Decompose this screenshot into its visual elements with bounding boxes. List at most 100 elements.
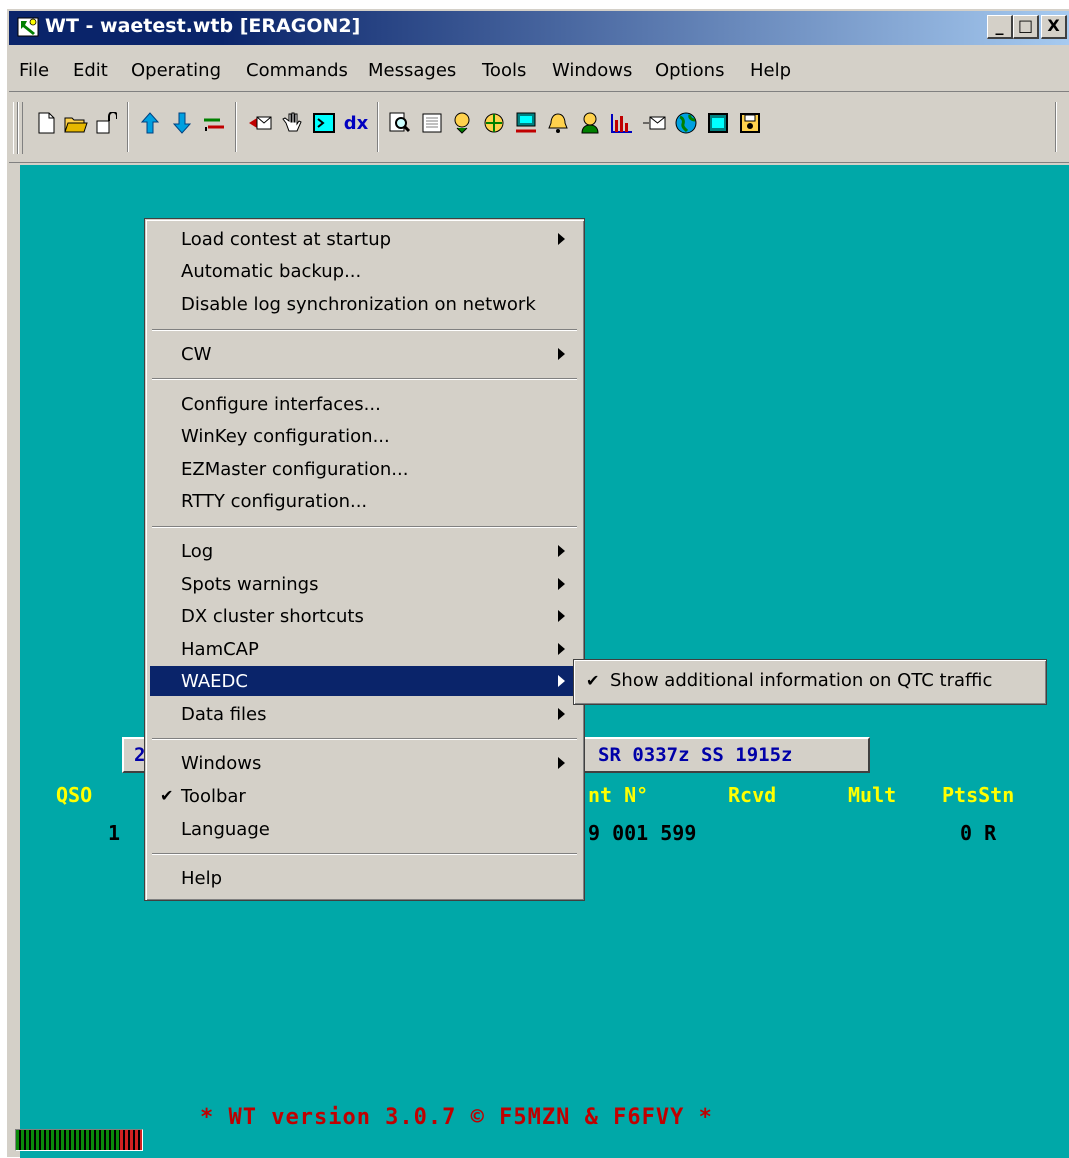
log-row-pts: 0 R [960, 821, 997, 845]
menu-separator [152, 853, 577, 855]
menu-item-label: Toolbar [181, 786, 246, 807]
menu-item-winkey-config[interactable]: WinKey configuration... [150, 421, 579, 451]
menu-separator [152, 738, 577, 740]
menu-item-label: RTTY configuration... [181, 491, 368, 512]
submenu-arrow-icon [558, 348, 565, 360]
app-icon [17, 17, 39, 37]
menu-item-help[interactable]: Help [150, 863, 579, 893]
toolbar-separator [377, 102, 379, 152]
menu-item-label: Configure interfaces... [181, 394, 381, 415]
menu-item-label: WinKey configuration... [181, 426, 390, 447]
toolbar-grip-2[interactable] [18, 102, 23, 154]
menu-item-disable-log-sync[interactable]: Disable log synchronization on network [150, 289, 579, 319]
new-file-icon[interactable] [33, 110, 59, 136]
log-row-qso: 1 [108, 821, 121, 845]
menu-item-log[interactable]: Log [150, 536, 579, 566]
menu-item-automatic-backup[interactable]: Automatic backup... [150, 256, 579, 286]
minimize-button[interactable]: _ [987, 15, 1013, 39]
toolbar-separator [127, 102, 129, 152]
list-icon[interactable] [419, 110, 445, 136]
menu-item-hamcap[interactable]: HamCAP [150, 634, 579, 664]
window-icon[interactable] [705, 110, 731, 136]
menu-operating[interactable]: Operating [131, 60, 221, 81]
submenu-arrow-icon [558, 233, 565, 245]
title-bar[interactable]: WT - waetest.wtb [ERAGON2] _ □ X [9, 11, 1069, 45]
toolbar-separator [1055, 102, 1057, 152]
menu-item-label: CW [181, 344, 212, 365]
column-header-sent: nt N° [588, 783, 649, 807]
menu-item-cw[interactable]: CW [150, 339, 579, 369]
column-header-qso: QSO [56, 783, 93, 807]
menu-bar: File Edit Operating Commands Messages To… [9, 57, 1069, 87]
checkmark-icon: ✔ [586, 671, 600, 690]
menu-item-windows[interactable]: Windows [150, 748, 579, 778]
menu-commands[interactable]: Commands [246, 60, 348, 81]
sunrise-sunset-text: SR 0337z SS 1915z [598, 744, 793, 766]
submenu-arrow-icon [558, 757, 565, 769]
menu-item-label: Automatic backup... [181, 261, 362, 282]
menu-help[interactable]: Help [750, 60, 791, 81]
menu-item-label: Language [181, 819, 270, 840]
globe-icon[interactable] [673, 110, 699, 136]
level-meter-peak [120, 1130, 142, 1150]
menu-item-data-files[interactable]: Data files [150, 699, 579, 729]
menu-windows[interactable]: Windows [552, 60, 632, 81]
version-text: * WT version 3.0.7 © F5MZN & F6FVY * [200, 1105, 713, 1130]
column-header-mult: Mult [848, 783, 897, 807]
down-arrow-icon[interactable] [169, 110, 195, 136]
menu-separator [152, 526, 577, 528]
menu-item-label: Data files [181, 704, 267, 725]
save-icon[interactable] [737, 110, 763, 136]
menu-messages[interactable]: Messages [368, 60, 456, 81]
menu-tools[interactable]: Tools [482, 60, 526, 81]
computer-icon[interactable] [513, 110, 539, 136]
menu-separator [152, 378, 577, 380]
window-title: WT - waetest.wtb [ERAGON2] [45, 15, 361, 37]
open-folder-icon[interactable] [63, 110, 89, 136]
menu-file[interactable]: File [19, 60, 49, 81]
waedc-submenu: ✔ Show additional information on QTC tra… [573, 659, 1047, 705]
checkmark-icon: ✔ [160, 786, 174, 805]
menu-item-dx-cluster-shortcuts[interactable]: DX cluster shortcuts [150, 601, 579, 631]
menu-item-label: Windows [181, 753, 262, 774]
submenu-item-show-qtc-info[interactable]: Show additional information on QTC traff… [610, 670, 992, 691]
log-row-sent: 9 001 599 [588, 821, 697, 845]
menu-item-spots-warnings[interactable]: Spots warnings [150, 569, 579, 599]
transfer-icon[interactable] [201, 110, 227, 136]
menu-item-toolbar[interactable]: ✔ Toolbar [150, 781, 579, 811]
search-icon[interactable] [387, 110, 413, 136]
column-header-rcvd: Rcvd [728, 783, 777, 807]
column-header-pts: PtsStn [942, 783, 1015, 807]
person-icon[interactable] [577, 110, 603, 136]
hand-icon[interactable] [279, 110, 305, 136]
close-button[interactable]: X [1041, 15, 1067, 39]
submenu-arrow-icon [558, 578, 565, 590]
menu-item-label: EZMaster configuration... [181, 459, 409, 480]
menu-item-label: Disable log synchronization on network [181, 294, 536, 315]
dx-icon[interactable]: dx [343, 110, 369, 136]
bar-chart-icon[interactable] [609, 110, 635, 136]
submenu-arrow-icon [558, 545, 565, 557]
menu-edit[interactable]: Edit [73, 60, 108, 81]
submenu-arrow-icon [558, 675, 565, 687]
network-icon[interactable] [481, 110, 507, 136]
up-arrow-icon[interactable] [137, 110, 163, 136]
terminal-icon[interactable] [311, 110, 337, 136]
menu-options[interactable]: Options [655, 60, 724, 81]
menu-item-waedc[interactable]: WAEDC [150, 666, 579, 696]
spot-icon[interactable] [449, 110, 475, 136]
toolbar-separator [235, 102, 237, 152]
send-message-icon[interactable] [247, 110, 273, 136]
menu-item-rtty-config[interactable]: RTTY configuration... [150, 486, 579, 516]
open-icon[interactable] [93, 110, 119, 136]
menu-item-language[interactable]: Language [150, 814, 579, 844]
menu-item-label: Log [181, 541, 214, 562]
menu-item-ezmaster-config[interactable]: EZMaster configuration... [150, 454, 579, 484]
menu-item-configure-interfaces[interactable]: Configure interfaces... [150, 389, 579, 419]
menu-separator [152, 329, 577, 331]
maximize-button[interactable]: □ [1013, 15, 1039, 39]
bell-icon[interactable] [545, 110, 571, 136]
options-menu: Load contest at startup Automatic backup… [144, 218, 585, 901]
email-icon[interactable] [641, 110, 667, 136]
menu-item-load-contest[interactable]: Load contest at startup [150, 224, 579, 254]
